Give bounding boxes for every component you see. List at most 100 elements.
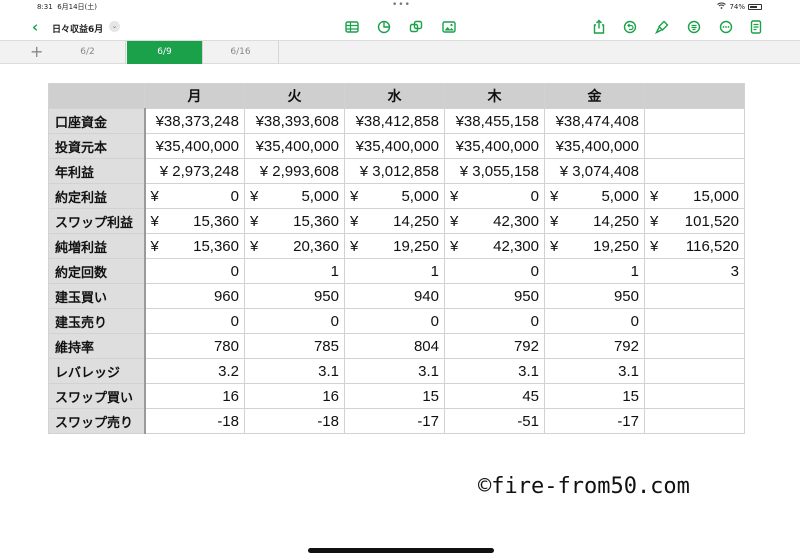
table-cell[interactable]: ¥0 [144, 183, 245, 209]
media-icon[interactable] [441, 19, 457, 35]
table-cell[interactable]: ¥20,360 [244, 233, 345, 259]
table-cell[interactable]: 0 [144, 308, 245, 334]
table-cell[interactable]: 1 [344, 258, 445, 284]
multitasking-dots[interactable]: ••• [392, 0, 411, 10]
table-cell[interactable]: ¥19,250 [344, 233, 445, 259]
undo-icon[interactable] [622, 19, 638, 35]
row-header[interactable]: 建玉買い [48, 283, 146, 309]
table-cell[interactable] [644, 108, 745, 134]
table-icon[interactable] [344, 19, 360, 35]
add-sheet-button[interactable]: + [30, 42, 43, 61]
row-header[interactable]: 口座資金 [48, 108, 146, 134]
table-cell[interactable]: 3.1 [344, 358, 445, 384]
table-cell[interactable]: 785 [244, 333, 345, 359]
table-cell[interactable]: ¥42,300 [444, 233, 545, 259]
chart-icon[interactable] [376, 19, 392, 35]
table-cell[interactable]: 16 [144, 383, 245, 409]
table-cell[interactable]: 0 [244, 308, 345, 334]
row-header[interactable]: 維持率 [48, 333, 146, 359]
table-cell[interactable]: ¥14,250 [544, 208, 645, 234]
table-cell[interactable]: ¥ 3,074,408 [544, 158, 645, 184]
home-indicator[interactable] [308, 548, 494, 553]
table-cell[interactable] [644, 383, 745, 409]
document-title[interactable]: 日々収益6月 [52, 22, 103, 35]
table-cell[interactable] [644, 333, 745, 359]
row-header[interactable]: 約定回数 [48, 258, 146, 284]
table-cell[interactable]: -18 [144, 408, 245, 434]
table-cell[interactable]: 0 [444, 258, 545, 284]
table-cell[interactable]: ¥5,000 [344, 183, 445, 209]
row-header[interactable]: 年利益 [48, 158, 146, 184]
table-cell[interactable]: ¥35,400,000 [544, 133, 645, 159]
tab-6-9[interactable]: 6/9 [127, 41, 203, 64]
table-cell[interactable]: 950 [444, 283, 545, 309]
table-cell[interactable]: 804 [344, 333, 445, 359]
row-header[interactable]: レバレッジ [48, 358, 146, 384]
column-header-thu[interactable]: 木 [444, 83, 545, 109]
row-header[interactable]: 純増利益 [48, 233, 146, 259]
row-header[interactable]: スワップ売り [48, 408, 146, 434]
table-cell[interactable]: ¥15,360 [144, 208, 245, 234]
table-cell[interactable]: 1 [544, 258, 645, 284]
table-cell[interactable]: 15 [544, 383, 645, 409]
column-header-total[interactable] [644, 83, 745, 109]
table-cell[interactable] [644, 133, 745, 159]
organize-icon[interactable] [686, 19, 702, 35]
table-cell[interactable]: 792 [444, 333, 545, 359]
table-cell[interactable]: ¥35,400,000 [244, 133, 345, 159]
row-header[interactable]: 建玉売り [48, 308, 146, 334]
table-cell[interactable]: -18 [244, 408, 345, 434]
table-cell[interactable]: 15 [344, 383, 445, 409]
table-cell[interactable]: 960 [144, 283, 245, 309]
table-cell[interactable]: ¥38,474,408 [544, 108, 645, 134]
table-cell[interactable]: ¥15,000 [644, 183, 745, 209]
table-cell[interactable]: 950 [244, 283, 345, 309]
table-cell[interactable]: ¥0 [444, 183, 545, 209]
table-cell[interactable]: 0 [144, 258, 245, 284]
table-cell[interactable]: 45 [444, 383, 545, 409]
tab-6-16[interactable]: 6/16 [203, 41, 279, 64]
table-cell[interactable]: ¥35,400,000 [344, 133, 445, 159]
table-cell[interactable]: ¥5,000 [244, 183, 345, 209]
table-cell[interactable]: 792 [544, 333, 645, 359]
more-icon[interactable] [718, 19, 734, 35]
table-cell[interactable]: 3.1 [244, 358, 345, 384]
back-button[interactable]: ‹ [32, 18, 38, 36]
table-cell[interactable] [644, 158, 745, 184]
format-brush-icon[interactable] [654, 19, 670, 35]
shapes-icon[interactable] [408, 19, 424, 35]
column-header-tue[interactable]: 火 [244, 83, 345, 109]
table-cell[interactable]: ¥101,520 [644, 208, 745, 234]
column-header-fri[interactable]: 金 [544, 83, 645, 109]
table-cell[interactable]: ¥35,400,000 [144, 133, 245, 159]
column-header-wed[interactable]: 水 [344, 83, 445, 109]
table-cell[interactable]: 780 [144, 333, 245, 359]
column-header-mon[interactable]: 月 [144, 83, 245, 109]
table-cell[interactable]: ¥ 2,973,248 [144, 158, 245, 184]
table-cell[interactable]: ¥38,393,608 [244, 108, 345, 134]
tab-6-2[interactable]: 6/2 [50, 41, 126, 64]
table-cell[interactable]: ¥38,455,158 [444, 108, 545, 134]
row-header[interactable]: スワップ利益 [48, 208, 146, 234]
table-cell[interactable]: 3.1 [444, 358, 545, 384]
table-cell[interactable] [644, 283, 745, 309]
table-cell[interactable]: ¥38,373,248 [144, 108, 245, 134]
table-cell[interactable]: ¥ 3,012,858 [344, 158, 445, 184]
table-cell[interactable]: -17 [344, 408, 445, 434]
share-icon[interactable] [591, 19, 607, 35]
table-cell[interactable]: 3.1 [544, 358, 645, 384]
table-cell[interactable]: 1 [244, 258, 345, 284]
table-cell[interactable]: ¥38,412,858 [344, 108, 445, 134]
table-cell[interactable]: 950 [544, 283, 645, 309]
document-icon[interactable] [748, 19, 764, 35]
table-cell[interactable]: ¥35,400,000 [444, 133, 545, 159]
table-cell[interactable]: ¥42,300 [444, 208, 545, 234]
row-header[interactable]: 約定利益 [48, 183, 146, 209]
row-header[interactable]: スワップ買い [48, 383, 146, 409]
table-cell[interactable]: ¥14,250 [344, 208, 445, 234]
table-cell[interactable]: ¥ 2,993,608 [244, 158, 345, 184]
table-cell[interactable]: 3.2 [144, 358, 245, 384]
table-cell[interactable] [644, 408, 745, 434]
table-cell[interactable]: ¥116,520 [644, 233, 745, 259]
table-cell[interactable]: ¥ 3,055,158 [444, 158, 545, 184]
